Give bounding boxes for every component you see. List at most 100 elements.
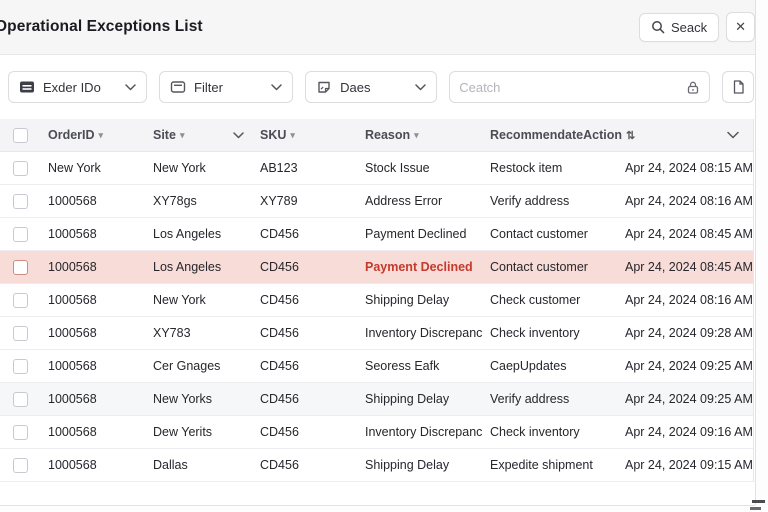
cell-action: Restock item — [490, 161, 563, 175]
row-checkbox[interactable] — [12, 292, 28, 308]
cell-order-id: 1000568 — [48, 293, 97, 307]
cell-site: Dew Yerits — [153, 425, 213, 439]
table-row[interactable]: 1000568 New York CD456 Shipping Delay Ch… — [0, 284, 753, 317]
cell-order-id: 1000568 — [48, 227, 97, 241]
search-input[interactable] — [459, 79, 687, 95]
column-header-orderid[interactable]: OrderID ▾ — [40, 128, 145, 142]
cell-sku: CD456 — [260, 458, 299, 472]
cell-reason: Payment Declined — [365, 260, 473, 274]
cell-sku: CD456 — [260, 392, 299, 406]
row-checkbox-cell — [0, 391, 40, 407]
cell-timestamp: Apr 24, 2024 08:16 AM — [625, 194, 753, 208]
row-checkbox[interactable] — [12, 193, 28, 209]
row-checkbox[interactable] — [12, 259, 28, 275]
cell-timestamp: Apr 24, 2024 09:16 AM — [625, 425, 753, 439]
search-button[interactable]: Seack — [638, 12, 720, 42]
column-label: OrderID — [48, 128, 95, 142]
row-checkbox-cell — [0, 325, 40, 341]
cell-timestamp: Apr 24, 2024 08:16 AM — [625, 293, 753, 307]
order-id-dropdown-label: Exder IDo — [43, 79, 101, 95]
date-dropdown-label: Daes — [340, 79, 371, 95]
row-checkbox-cell — [0, 424, 40, 440]
table-row[interactable]: 1000568 Los Angeles CD456 Payment Declin… — [0, 251, 753, 284]
table-row[interactable]: 1000568 Dew Yerits CD456 Inventory Discr… — [0, 416, 753, 449]
cell-order-id: 1000568 — [48, 194, 97, 208]
scrollbar-thumb[interactable] — [752, 500, 765, 503]
cell-order-id: 1000568 — [48, 458, 97, 472]
filter-icon — [170, 79, 186, 95]
table-body: New York New York AB123 Stock Issue Rest… — [0, 152, 753, 482]
row-checkbox-cell — [0, 193, 40, 209]
table-row[interactable]: 1000568 Los Angeles CD456 Payment Declin… — [0, 218, 753, 251]
search-field-wrap — [449, 71, 711, 103]
scrollbar-thumb[interactable] — [750, 507, 761, 510]
topbar-actions: Seack ✕ — [638, 12, 755, 42]
chevron-down-icon — [415, 83, 426, 91]
cell-reason: Inventory Discrepancy — [365, 326, 482, 340]
cell-reason: Seoress Eafk — [365, 359, 440, 373]
cell-reason: Inventory Discrepancy — [365, 425, 482, 439]
file-icon — [731, 79, 746, 95]
cell-site: Los Angeles — [153, 227, 222, 241]
row-checkbox[interactable] — [12, 457, 28, 473]
horizontal-scrollbar[interactable] — [0, 505, 755, 512]
row-checkbox[interactable] — [12, 325, 28, 341]
row-checkbox[interactable] — [12, 424, 28, 440]
column-header-site[interactable]: Site ▾ — [145, 128, 252, 142]
table-row[interactable]: 1000568 New Yorks CD456 Shipping Delay V… — [0, 383, 753, 416]
search-button-label: Seack — [670, 19, 708, 35]
cell-reason: Shipping Delay — [365, 293, 450, 307]
table-row[interactable]: 1000568 Dallas CD456 Shipping Delay Expe… — [0, 449, 753, 482]
cell-action: Check customer — [490, 293, 581, 307]
row-checkbox-cell — [0, 226, 40, 242]
row-checkbox[interactable] — [12, 391, 28, 407]
close-button[interactable]: ✕ — [726, 12, 755, 42]
cell-sku: CD456 — [260, 425, 299, 439]
cell-action: Check inventory — [490, 326, 580, 340]
table-row[interactable]: 1000568 Cer Gnages CD456 Seoress Eafk Ca… — [0, 350, 753, 383]
cell-action: CaepUpdates — [490, 359, 567, 373]
cell-sku: CD456 — [260, 359, 299, 373]
column-header-sku[interactable]: SKU ▾ — [252, 128, 357, 142]
cell-reason: Payment Declined — [365, 227, 467, 241]
chevron-down-icon[interactable] — [233, 131, 244, 139]
chevron-down-icon — [271, 83, 282, 91]
cell-timestamp: Apr 24, 2024 09:15 AM — [625, 458, 753, 472]
cell-order-id: 1000568 — [48, 425, 97, 439]
row-checkbox[interactable] — [12, 226, 28, 242]
column-label: Reason — [365, 128, 411, 142]
cell-site: XY78gs — [153, 194, 197, 208]
column-label: SKU — [260, 128, 287, 142]
chevron-down-icon[interactable] — [727, 131, 739, 139]
cell-timestamp: Apr 24, 2024 08:45 AM — [625, 227, 753, 241]
table-row[interactable]: New York New York AB123 Stock Issue Rest… — [0, 152, 753, 185]
copy-button[interactable] — [722, 71, 754, 103]
close-icon: ✕ — [735, 19, 746, 34]
cell-sku: CD456 — [260, 260, 299, 274]
column-label: RecommendateAction — [490, 128, 622, 142]
cell-action: Check inventory — [490, 425, 580, 439]
row-checkbox-cell — [0, 457, 40, 473]
cell-site: Dallas — [153, 458, 188, 472]
cell-site: Los Angeles — [153, 260, 222, 274]
row-checkbox-cell — [0, 292, 40, 308]
search-icon — [651, 20, 665, 34]
row-checkbox[interactable] — [12, 160, 28, 176]
cell-action: Contact customer — [490, 227, 588, 241]
table-row[interactable]: 1000568 XY783 CD456 Inventory Discrepanc… — [0, 317, 753, 350]
table-row[interactable]: 1000568 XY78gs XY789 Address Error Verif… — [0, 185, 753, 218]
column-header-reason[interactable]: Reason ▾ — [357, 128, 482, 142]
column-header-action[interactable]: RecommendateAction ⇅ — [482, 128, 635, 143]
filter-dropdown[interactable]: Filter — [159, 71, 294, 103]
column-header-timestamp[interactable] — [617, 131, 753, 139]
select-all-checkbox[interactable] — [12, 127, 28, 143]
vertical-scrollbar[interactable] — [755, 0, 768, 505]
row-checkbox[interactable] — [12, 358, 28, 374]
order-id-dropdown[interactable]: Exder IDo — [8, 71, 148, 103]
sort-caret-icon: ▾ — [179, 129, 185, 140]
cell-order-id: 1000568 — [48, 392, 97, 406]
date-dropdown[interactable]: Daes — [305, 71, 438, 103]
filter-toolbar: Exder IDo Filter Daes — [0, 55, 768, 119]
cell-timestamp: Apr 24, 2024 09:28 AM — [625, 326, 753, 340]
list-icon — [19, 79, 35, 95]
